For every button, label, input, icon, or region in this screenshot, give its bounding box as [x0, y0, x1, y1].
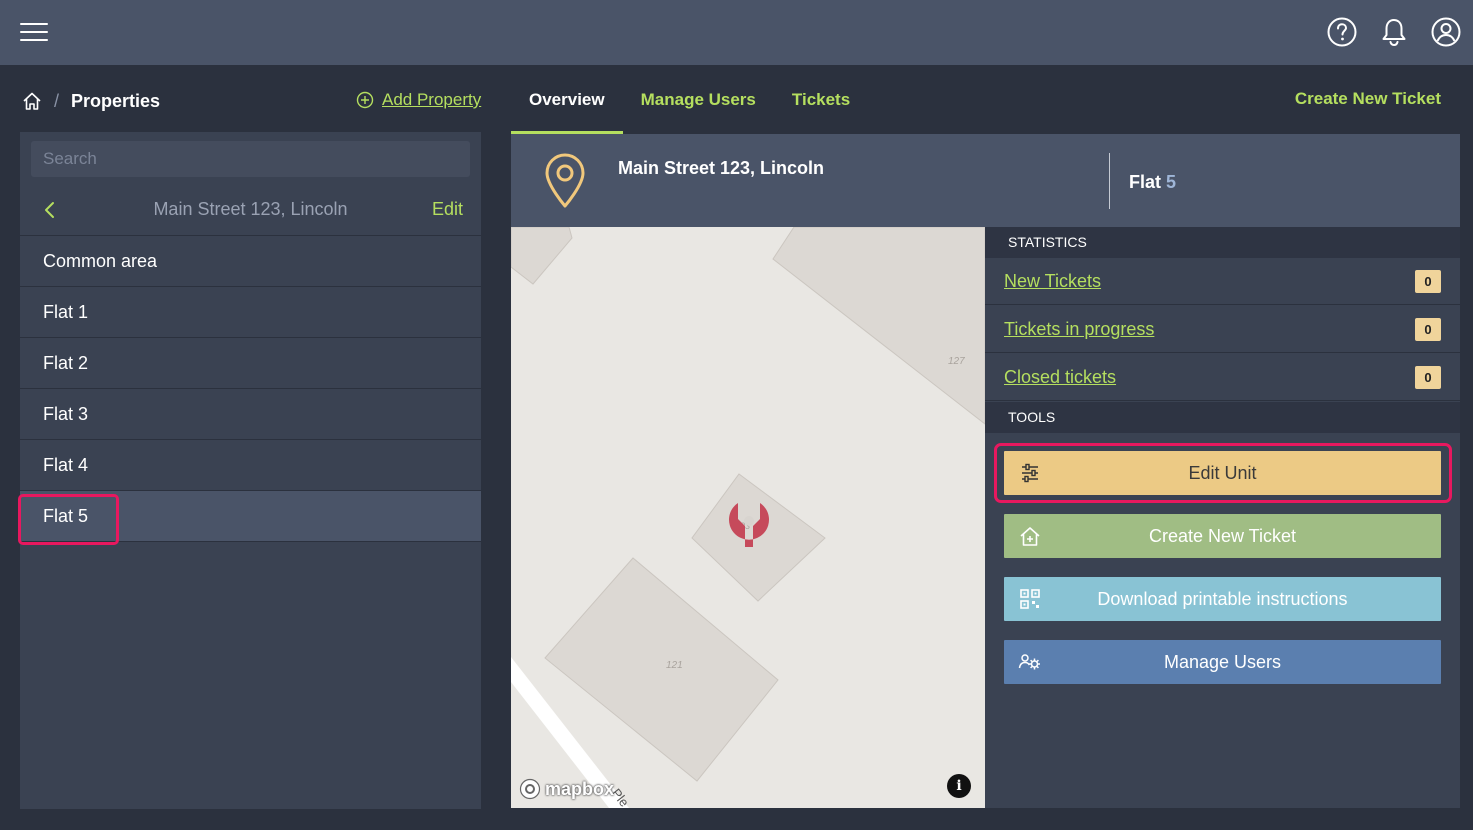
closed-tickets-count: 0 — [1415, 366, 1441, 389]
sidebar-property-title: Main Street 123, Lincoln — [153, 199, 348, 219]
edit-unit-button[interactable]: Edit Unit — [1004, 451, 1441, 495]
map-info-button[interactable]: i — [947, 774, 971, 798]
unit-label: Flat 5 — [1129, 172, 1176, 193]
unit-item-flat-4[interactable]: Flat 4 — [20, 440, 481, 491]
map-view[interactable]: 127 121 123 Ple mapbox i — [511, 227, 985, 808]
stat-row-closed-tickets: Closed tickets 0 — [985, 354, 1460, 401]
stat-row-new-tickets: New Tickets 0 — [985, 258, 1460, 305]
mapbox-logo[interactable]: mapbox — [519, 778, 614, 800]
tab-overview[interactable]: Overview — [511, 66, 623, 134]
new-tickets-link[interactable]: New Tickets — [1004, 271, 1101, 292]
download-instructions-button[interactable]: Download printable instructions — [1004, 577, 1441, 621]
map-building — [772, 227, 985, 425]
property-address: Main Street 123, Lincoln — [618, 158, 825, 178]
map-building — [511, 227, 573, 285]
property-sidebar: Main Street 123, Lincoln Edit Common are… — [20, 132, 481, 809]
statistics-heading: STATISTICS — [985, 227, 1460, 258]
stat-row-tickets-in-progress: Tickets in progress 0 — [985, 306, 1460, 353]
hamburger-menu-icon[interactable] — [20, 20, 48, 44]
tickets-in-progress-link[interactable]: Tickets in progress — [1004, 319, 1154, 340]
users-gear-icon — [1018, 654, 1040, 670]
plus-circle-icon — [356, 91, 374, 109]
property-header: Main Street 123, Lincoln Flat 5 — [511, 134, 1460, 227]
tickets-in-progress-count: 0 — [1415, 318, 1441, 341]
tab-bar: Overview Manage Users Tickets — [511, 66, 868, 134]
help-icon[interactable] — [1326, 16, 1358, 48]
tools-heading: TOOLS — [985, 402, 1460, 433]
sidebar-nav-row: Main Street 123, Lincoln Edit — [20, 184, 481, 236]
unit-item-common-area[interactable]: Common area — [20, 236, 481, 287]
create-new-ticket-label: Create New Ticket — [1148, 525, 1297, 546]
manage-users-label: Manage Users — [1163, 651, 1282, 672]
home-icon[interactable] — [22, 91, 42, 111]
download-instructions-label: Download printable instructions — [1097, 588, 1348, 609]
breadcrumb-separator: / — [54, 90, 60, 111]
tab-manage-users[interactable]: Manage Users — [623, 66, 774, 134]
edit-unit-label: Edit Unit — [1188, 462, 1257, 483]
unit-list: Common area Flat 1 Flat 2 Flat 3 Flat 4 … — [20, 236, 481, 542]
user-icon[interactable] — [1430, 16, 1462, 48]
search-input[interactable] — [31, 141, 470, 177]
unit-item-flat-5[interactable]: Flat 5 — [20, 491, 481, 542]
chevron-left-icon[interactable] — [40, 200, 60, 220]
mapbox-label: mapbox — [545, 778, 615, 799]
page-title: Properties — [71, 90, 161, 111]
edit-property-link[interactable]: Edit — [432, 199, 463, 220]
header-divider — [1109, 153, 1110, 209]
map-label-121: 121 — [666, 660, 683, 671]
tab-tickets[interactable]: Tickets — [774, 66, 868, 134]
map-label-127: 127 — [948, 356, 965, 367]
unit-label-prefix: Flat — [1129, 172, 1162, 192]
unit-item-flat-2[interactable]: Flat 2 — [20, 338, 481, 389]
manage-users-button[interactable]: Manage Users — [1004, 640, 1441, 684]
bell-icon[interactable] — [1378, 16, 1410, 48]
add-property-label: Add Property — [382, 90, 482, 109]
map-building — [691, 473, 826, 602]
unit-item-flat-3[interactable]: Flat 3 — [20, 389, 481, 440]
add-property-link[interactable]: Add Property — [356, 90, 481, 110]
sliders-icon — [1022, 463, 1038, 483]
unit-label-number: 5 — [1166, 172, 1177, 192]
new-tickets-count: 0 — [1415, 270, 1441, 293]
closed-tickets-link[interactable]: Closed tickets — [1004, 367, 1116, 388]
top-bar — [0, 0, 1473, 65]
unit-item-flat-1[interactable]: Flat 1 — [20, 287, 481, 338]
location-pin-icon — [545, 153, 585, 208]
qr-code-icon — [1020, 589, 1040, 609]
create-new-ticket-button[interactable]: Create New Ticket — [1004, 514, 1441, 558]
mapbox-icon — [519, 778, 541, 800]
breadcrumb: / Properties — [22, 88, 160, 114]
map-canvas: 127 121 123 Ple — [511, 227, 985, 808]
create-new-ticket-link[interactable]: Create New Ticket — [1295, 89, 1441, 109]
home-plus-icon — [1020, 527, 1040, 546]
